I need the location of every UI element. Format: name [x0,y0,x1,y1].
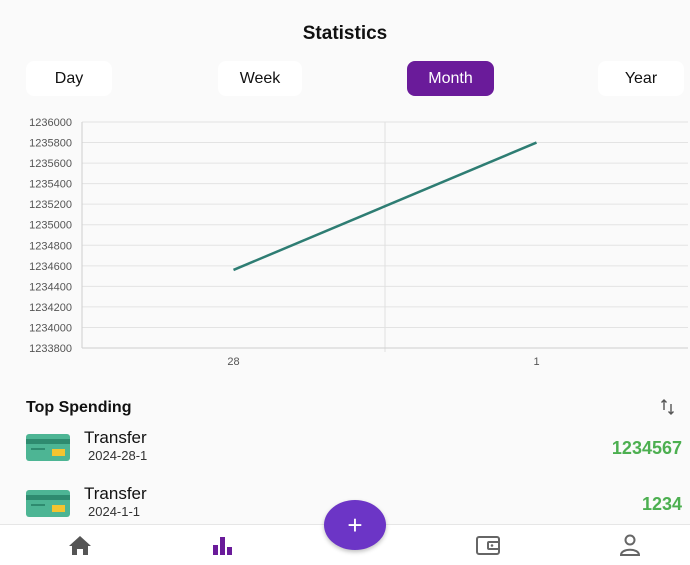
page-title: Statistics [302,23,388,44]
wallet-icon[interactable] [474,533,504,559]
transaction-amount: 1234 [641,494,682,514]
y-tick-label: 1235600 [29,158,72,170]
y-tick-label: 1235800 [29,138,72,150]
y-tick-label: 1234200 [29,302,72,314]
credit-card-icon [26,490,70,517]
y-tick-label: 1234800 [29,240,72,252]
app-header: Statistics [0,0,690,60]
transaction-date: 2024-28-1 [88,448,148,463]
top-spending-title: Top Spending [26,399,132,416]
transaction-name: Transfer [84,428,147,447]
y-tick-label: 1233800 [29,343,72,355]
x-tick-label: 1 [533,356,539,368]
line-chart: 1236000 1235800 1235600 1235400 1235200 12350… [0,112,690,372]
period-tabs: Day Week Month Year [0,61,690,97]
tab-week[interactable]: Week [218,61,302,96]
home-icon[interactable] [66,533,96,559]
add-button[interactable]: + [324,500,386,550]
transaction-amount: 1234567 [611,438,682,458]
transaction-name: Transfer [84,484,147,503]
credit-card-icon [26,434,70,461]
y-tick-label: 1236000 [29,117,72,129]
tab-day[interactable]: Day [26,61,112,96]
y-tick-label: 1235000 [29,220,72,232]
y-tick-label: 1234600 [29,261,72,273]
y-tick-label: 1234000 [29,322,72,334]
chart-svg: 1236000 1235800 1235600 1235400 1235200 12350… [29,117,688,368]
bar-chart-icon[interactable] [210,533,240,559]
tab-year[interactable]: Year [598,61,684,96]
y-tick-label: 1235200 [29,199,72,211]
tab-month[interactable]: Month [407,61,494,96]
y-tick-label: 1234400 [29,281,72,293]
sort-icon[interactable] [660,398,676,419]
list-item[interactable]: Transfer 2024-28-1 1234567 [0,428,690,484]
y-tick-label: 1235400 [29,179,72,191]
transaction-date: 2024-1-1 [88,504,141,519]
x-tick-label: 28 [227,356,239,368]
user-icon[interactable] [616,533,646,559]
